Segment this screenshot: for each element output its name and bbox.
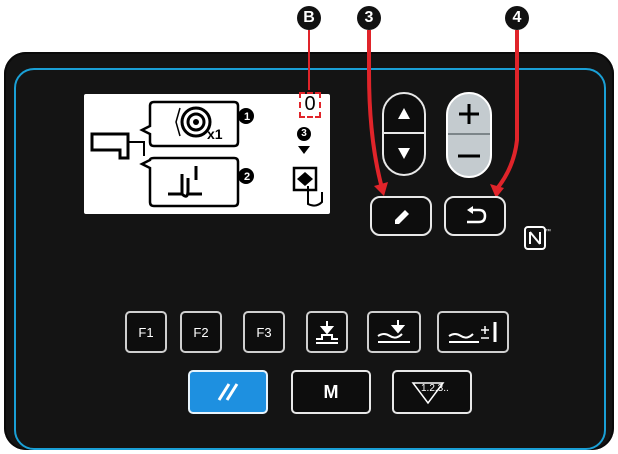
callout-4-arrow: [494, 30, 519, 192]
mode-button[interactable]: M: [291, 370, 371, 414]
double-slash-icon: [217, 383, 239, 401]
f1-button[interactable]: F1: [125, 311, 167, 353]
edit-button[interactable]: [370, 196, 432, 236]
needle-down-icon: [377, 320, 410, 343]
return-arrow-icon: [467, 206, 487, 224]
nfc-icon: ™: [524, 226, 551, 250]
presser-foot-down-icon: [316, 321, 338, 344]
down-triangle-icon[interactable]: [384, 134, 424, 174]
counter-button[interactable]: 1.2.3..: [392, 370, 472, 414]
needle-position-button[interactable]: [367, 311, 421, 353]
plus-icon[interactable]: [448, 94, 490, 134]
counter-icon: 1.2.3..: [409, 379, 455, 405]
minus-icon[interactable]: [448, 136, 490, 176]
reset-button[interactable]: [188, 370, 268, 414]
up-triangle-icon[interactable]: [384, 94, 424, 132]
svg-text:™: ™: [545, 228, 551, 235]
presser-foot-down-button[interactable]: [306, 311, 348, 353]
f2-button[interactable]: F2: [180, 311, 222, 353]
counter-label: 1.2.3..: [421, 383, 449, 394]
callout-3-arrow: [367, 30, 384, 189]
pencil-icon: [395, 210, 409, 224]
f3-button[interactable]: F3: [243, 311, 285, 353]
thread-trim-button[interactable]: [437, 311, 509, 353]
return-button[interactable]: [444, 196, 506, 236]
thread-trim-icon: [448, 322, 497, 343]
